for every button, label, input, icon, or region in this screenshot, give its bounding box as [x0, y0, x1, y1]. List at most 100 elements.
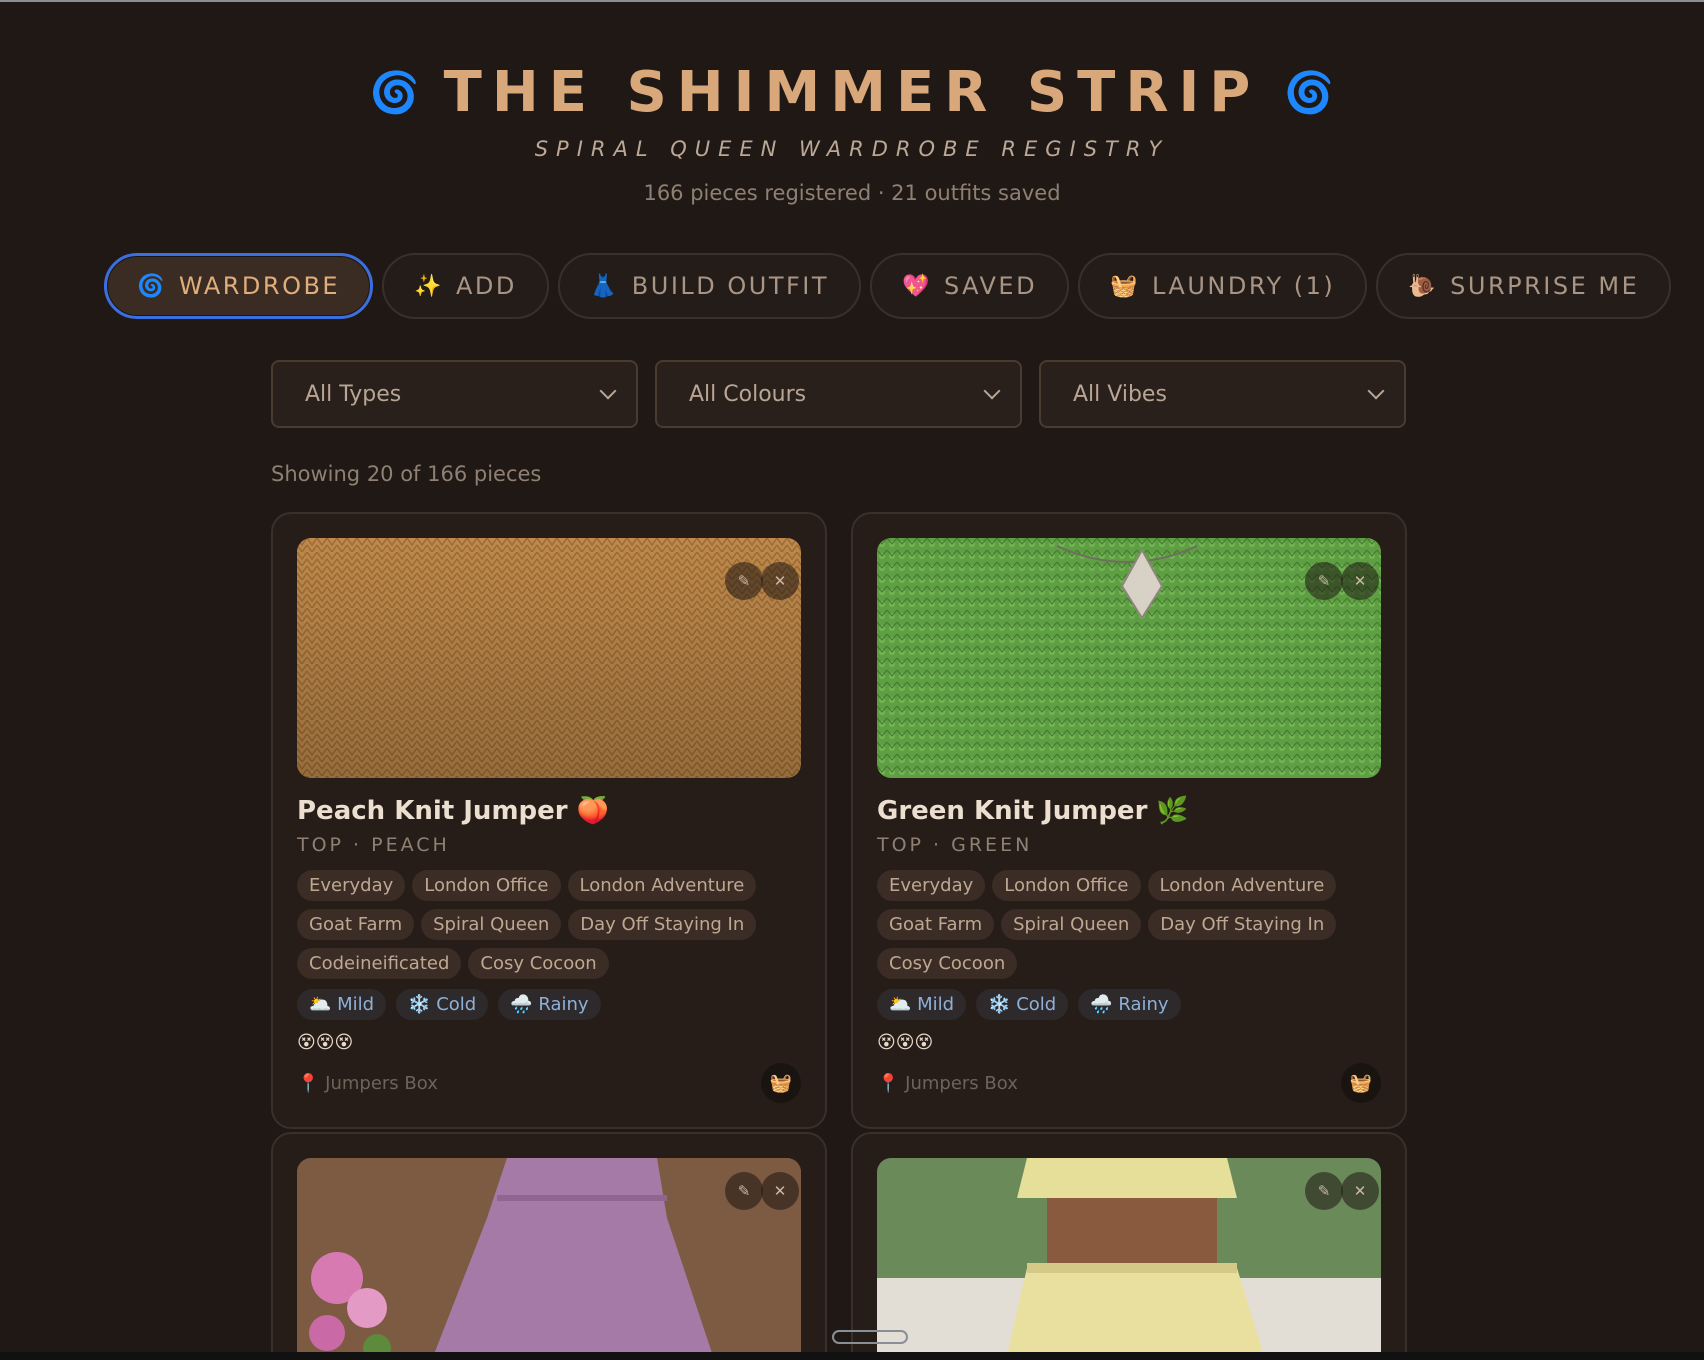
wardrobe-card[interactable]: ✎ ✕ Peach Knit Jumper 🍑 TOP · PEACH Ever…	[271, 512, 827, 1129]
tab-label: SURPRISE ME	[1450, 272, 1640, 300]
vibe-tags: Everyday London Office London Adventure …	[297, 870, 801, 979]
vibe-tag: Spiral Queen	[421, 909, 562, 940]
pencil-icon: ✎	[737, 572, 751, 590]
delete-button[interactable]: ✕	[1341, 562, 1379, 600]
page-title: THE SHIMMER STRIP	[443, 60, 1261, 125]
location-label: Jumpers Box	[905, 1072, 1018, 1094]
chevron-down-icon	[599, 382, 617, 400]
vibe-tag: Everyday	[877, 870, 986, 901]
vibe-filter-select[interactable]: All Vibes	[1039, 360, 1406, 428]
rating: 😵😵😵	[877, 1032, 934, 1053]
close-icon: ✕	[1353, 1182, 1367, 1200]
type-filter-select[interactable]: All Types	[271, 360, 638, 428]
location-label: Jumpers Box	[325, 1072, 438, 1094]
vibe-tag: Day Off Staying In	[568, 909, 757, 940]
tab-laundry[interactable]: 🧺 LAUNDRY (1)	[1078, 253, 1368, 319]
item-photo: ✎ ✕	[297, 538, 801, 778]
chevron-down-icon	[983, 382, 1001, 400]
close-icon: ✕	[773, 1182, 787, 1200]
laundry-button[interactable]: 🧺	[761, 1063, 801, 1103]
vibe-tag: Cosy Cocoon	[877, 948, 1018, 979]
weather-tag: 🌥️ Mild	[877, 989, 967, 1020]
filter-bar: All Types All Colours All Vibes	[271, 360, 1406, 428]
snail-icon: 🐌	[1408, 273, 1439, 299]
rating: 😵😵😵	[297, 1032, 354, 1053]
wardrobe-card[interactable]: ✎ ✕ Green Knit Jumper 🌿 TOP · GREEN Ever…	[851, 512, 1407, 1129]
pencil-icon: ✎	[1317, 1182, 1331, 1200]
item-meta: TOP · GREEN	[877, 834, 1033, 856]
basket-icon: 🧺	[1110, 273, 1140, 299]
edit-button[interactable]: ✎	[725, 1172, 763, 1210]
tab-label: SAVED	[943, 272, 1038, 300]
tab-add[interactable]: ✨ ADD	[382, 253, 549, 319]
laundry-button[interactable]: 🧺	[1341, 1063, 1381, 1103]
delete-button[interactable]: ✕	[1341, 1172, 1379, 1210]
vibe-tag: Codeineificated	[297, 948, 462, 979]
close-icon: ✕	[1353, 572, 1367, 590]
item-name: Peach Knit Jumper 🍑	[297, 796, 610, 826]
vibe-tags: Everyday London Office London Adventure …	[877, 870, 1381, 979]
title-row: 🌀 THE SHIMMER STRIP 🌀	[0, 60, 1704, 125]
storage-location: 📍 Jumpers Box	[877, 1073, 1018, 1094]
vibe-tag: Everyday	[297, 870, 406, 901]
tab-label: WARDROBE	[178, 272, 341, 300]
pin-icon: 📍	[297, 1072, 320, 1094]
pin-icon: 📍	[877, 1072, 900, 1094]
vibe-tag: Cosy Cocoon	[468, 948, 609, 979]
tab-saved[interactable]: 💖 SAVED	[870, 253, 1070, 319]
vibe-tag: London Adventure	[1147, 870, 1337, 901]
weather-tag: 🌧️ Rainy	[1078, 989, 1181, 1020]
window-top-border	[0, 0, 1704, 2]
vibe-tag: Goat Farm	[877, 909, 995, 940]
select-value: All Colours	[689, 381, 807, 407]
basket-icon: 🧺	[1349, 1072, 1373, 1094]
tab-wardrobe[interactable]: 🌀 WARDROBE	[104, 253, 374, 319]
pencil-icon: ✎	[1317, 572, 1331, 590]
tab-surprise-me[interactable]: 🐌 SURPRISE ME	[1376, 253, 1672, 319]
wardrobe-card[interactable]: ✎ ✕	[851, 1132, 1407, 1360]
vibe-tag: London Office	[412, 870, 561, 901]
tab-build-outfit[interactable]: 👗 BUILD OUTFIT	[557, 253, 862, 319]
dress-icon: 👗	[589, 273, 620, 299]
item-photo: ✎ ✕	[877, 538, 1381, 778]
storage-location: 📍 Jumpers Box	[297, 1073, 438, 1094]
vibe-tag: Day Off Staying In	[1148, 909, 1337, 940]
item-photo: ✎ ✕	[297, 1158, 801, 1360]
page-subtitle: SPIRAL QUEEN WARDROBE REGISTRY	[534, 137, 1170, 161]
card-footer: 📍 Jumpers Box 🧺	[297, 1063, 801, 1103]
weather-tags: 🌥️ Mild ❄️ Cold 🌧️ Rainy	[877, 989, 1381, 1020]
chevron-down-icon	[1367, 382, 1385, 400]
colour-filter-select[interactable]: All Colours	[655, 360, 1022, 428]
results-count: Showing 20 of 166 pieces	[271, 462, 542, 486]
edit-button[interactable]: ✎	[1305, 562, 1343, 600]
vibe-tag: London Office	[992, 870, 1141, 901]
select-value: All Vibes	[1073, 381, 1167, 407]
window-bottom-border	[0, 1352, 1704, 1360]
scroll-handle[interactable]	[832, 1330, 908, 1344]
vibe-tag: Goat Farm	[297, 909, 415, 940]
registry-stats: 166 pieces registered · 21 outfits saved	[643, 181, 1061, 205]
tab-label: ADD	[456, 272, 517, 300]
delete-button[interactable]: ✕	[761, 1172, 799, 1210]
edit-button[interactable]: ✎	[1305, 1172, 1343, 1210]
weather-tag: 🌥️ Mild	[297, 989, 387, 1020]
sparkles-icon: ✨	[414, 273, 444, 299]
weather-tags: 🌥️ Mild ❄️ Cold 🌧️ Rainy	[297, 989, 801, 1020]
spiral-icon: 🌀	[137, 273, 167, 299]
vibe-tag: Spiral Queen	[1001, 909, 1142, 940]
heart-icon: 💖	[902, 273, 932, 299]
item-photo: ✎ ✕	[877, 1158, 1381, 1360]
wardrobe-card[interactable]: ✎ ✕	[271, 1132, 827, 1360]
weather-tag: 🌧️ Rainy	[498, 989, 601, 1020]
tab-label: LAUNDRY (1)	[1151, 272, 1336, 300]
item-meta: TOP · PEACH	[297, 834, 450, 856]
card-footer: 📍 Jumpers Box 🧺	[877, 1063, 1381, 1103]
weather-tag: ❄️ Cold	[396, 989, 489, 1020]
spiral-icon: 🌀	[369, 69, 420, 116]
edit-button[interactable]: ✎	[725, 562, 763, 600]
close-icon: ✕	[773, 572, 787, 590]
delete-button[interactable]: ✕	[761, 562, 799, 600]
weather-tag: ❄️ Cold	[976, 989, 1069, 1020]
tab-label: BUILD OUTFIT	[631, 272, 830, 300]
tab-bar: 🌀 WARDROBE ✨ ADD 👗 BUILD OUTFIT 💖 SAVED …	[104, 253, 1672, 319]
